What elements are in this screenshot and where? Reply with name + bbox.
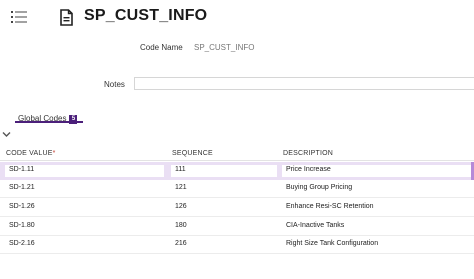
description-text: Price Increase (286, 166, 331, 173)
code-value-text: SD-1.26 (9, 203, 35, 210)
table-row[interactable]: SD-1.11 111 Price Increase (0, 162, 474, 180)
description-text: Buying Group Pricing (286, 184, 353, 191)
row-divider (0, 253, 474, 254)
sequence-cell[interactable]: 121 (171, 183, 277, 195)
table-row[interactable]: SD-1.21 121 Buying Group Pricing (0, 180, 474, 198)
table-row[interactable]: SD-1.80 180 CIA-Inactive Tanks (0, 218, 474, 236)
description-text: Right Size Tank Configuration (286, 240, 379, 247)
code-value-text: SD-1.11 (9, 166, 35, 173)
sequence-text: 121 (175, 184, 187, 191)
column-header-code-value[interactable]: CODE VALUE* (6, 150, 56, 157)
required-marker: * (52, 150, 56, 157)
header-divider (0, 160, 474, 161)
global-code-detail-page: SP_CUST_INFO Code Name SP_CUST_INFO Note… (0, 0, 474, 279)
sequence-cell[interactable]: 111 (171, 165, 277, 177)
code-value-cell[interactable]: SD-1.21 (5, 183, 164, 195)
sequence-text: 111 (175, 166, 186, 173)
code-value-text: SD-1.21 (9, 184, 35, 191)
code-value-cell[interactable]: SD-1.11 (5, 165, 164, 177)
code-value-cell[interactable]: SD-2.16 (5, 239, 164, 251)
list-icon[interactable] (11, 10, 27, 24)
row-divider (0, 197, 474, 198)
column-header-description[interactable]: DESCRIPTION (283, 150, 333, 157)
description-cell[interactable]: Enhance Resi-SC Retention (282, 202, 474, 214)
notes-label: Notes (104, 80, 125, 89)
page-title: SP_CUST_INFO (84, 7, 208, 24)
description-cell[interactable]: Buying Group Pricing (282, 183, 474, 195)
sequence-cell[interactable]: 216 (171, 239, 277, 251)
description-cell[interactable]: Price Increase (282, 165, 474, 177)
code-value-text: SD-1.80 (9, 222, 35, 229)
column-header-sequence[interactable]: SEQUENCE (172, 150, 213, 157)
chevron-down-icon[interactable] (2, 131, 11, 138)
notes-field[interactable] (134, 77, 474, 90)
code-value-cell[interactable]: SD-1.80 (5, 221, 164, 233)
row-divider (0, 216, 474, 217)
document-icon (60, 9, 73, 26)
column-header-code-value-label: CODE VALUE (6, 150, 53, 157)
code-value-cell[interactable]: SD-1.26 (5, 202, 164, 214)
description-text: CIA-Inactive Tanks (286, 222, 345, 229)
code-value-text: SD-2.16 (9, 240, 35, 247)
table-row[interactable]: SD-1.26 126 Enhance Resi-SC Retention (0, 199, 474, 217)
description-cell[interactable]: Right Size Tank Configuration (282, 239, 474, 251)
sequence-cell[interactable]: 180 (171, 221, 277, 233)
sequence-text: 216 (175, 240, 187, 247)
sequence-text: 180 (175, 222, 187, 229)
table-row[interactable]: SD-2.16 216 Right Size Tank Configuratio… (0, 236, 474, 254)
active-tab-indicator (15, 121, 83, 123)
description-text: Enhance Resi-SC Retention (286, 203, 374, 210)
code-name-value: SP_CUST_INFO (194, 43, 255, 52)
description-cell[interactable]: CIA-Inactive Tanks (282, 221, 474, 233)
sequence-text: 126 (175, 203, 187, 210)
sequence-cell[interactable]: 126 (171, 202, 277, 214)
code-name-label: Code Name (140, 43, 183, 52)
